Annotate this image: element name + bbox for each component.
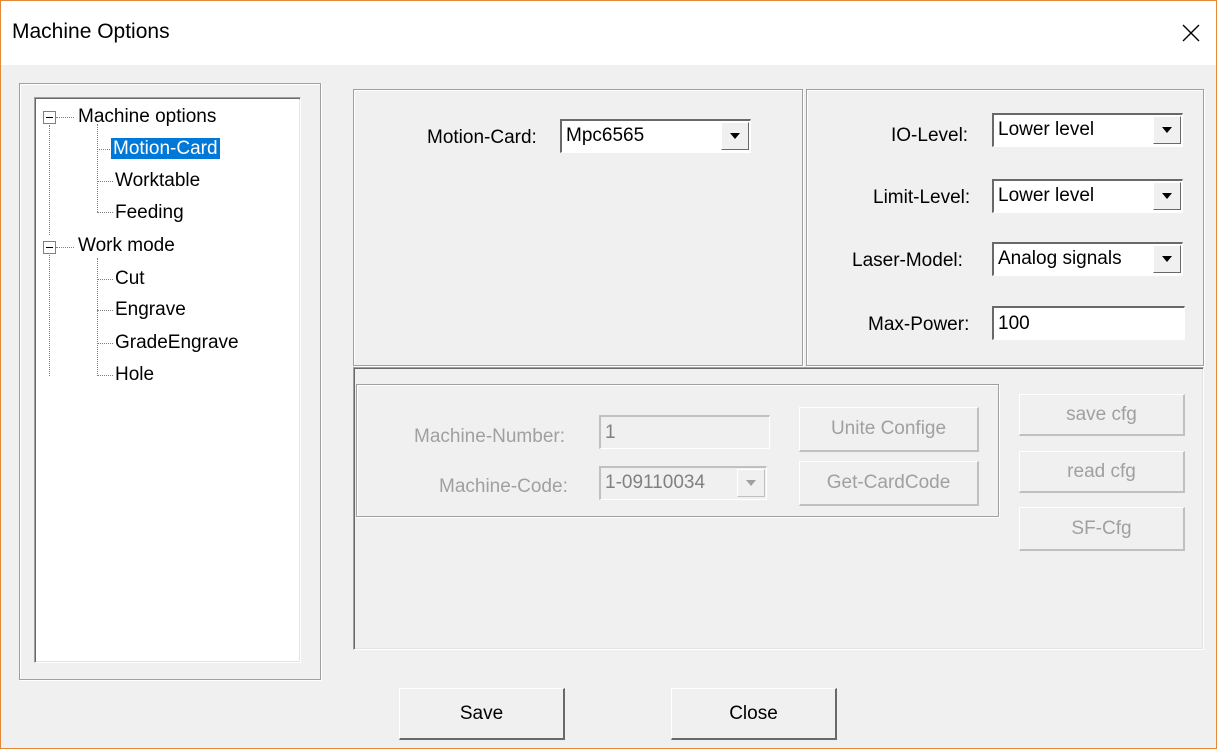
- machine-code-label: Machine-Code:: [439, 476, 568, 497]
- collapse-machine-options-icon[interactable]: [43, 111, 56, 124]
- close-icon: [1182, 24, 1200, 42]
- tree-item-feeding[interactable]: Feeding: [115, 202, 184, 224]
- machine-code-select[interactable]: 1-09110034: [599, 466, 767, 500]
- tree-connector: [56, 247, 74, 248]
- tree-item-work-mode[interactable]: Work mode: [78, 235, 175, 257]
- tree-connector: [97, 149, 110, 150]
- laser-model-dropdown-button[interactable]: [1153, 245, 1181, 273]
- tree-connector: [97, 212, 113, 213]
- save-button[interactable]: Save: [399, 688, 565, 740]
- motion-card-dropdown-button[interactable]: [721, 122, 749, 150]
- tree-item-grade-engrave[interactable]: GradeEngrave: [115, 332, 239, 354]
- read-cfg-button[interactable]: read cfg: [1019, 451, 1185, 493]
- tree-connector: [97, 310, 113, 311]
- title-bar: Machine Options: [1, 1, 1216, 65]
- chevron-down-icon: [1162, 256, 1172, 262]
- chevron-down-icon: [1162, 193, 1172, 199]
- collapse-work-mode-icon[interactable]: [43, 241, 56, 254]
- sf-cfg-button[interactable]: SF-Cfg: [1019, 507, 1185, 551]
- options-tree[interactable]: Machine options Motion-Card Worktable Fe…: [34, 97, 301, 663]
- limit-level-value: Lower level: [998, 185, 1095, 206]
- close-button[interactable]: Close: [671, 688, 837, 740]
- tree-connector: [49, 125, 50, 235]
- io-level-select[interactable]: Lower level: [992, 113, 1183, 147]
- tree-connector: [49, 248, 50, 376]
- machine-code-value: 1-09110034: [605, 472, 706, 493]
- chevron-down-icon: [730, 133, 740, 139]
- tree-item-engrave[interactable]: Engrave: [115, 299, 186, 321]
- unite-config-button[interactable]: Unite Confige: [799, 407, 979, 452]
- tree-item-cut[interactable]: Cut: [115, 268, 145, 290]
- motion-card-value: Mpc6565: [566, 125, 645, 146]
- tree-item-hole[interactable]: Hole: [115, 364, 154, 386]
- machine-number-input[interactable]: [599, 415, 770, 449]
- tree-connector: [56, 117, 74, 118]
- tree-connector: [97, 258, 98, 376]
- tree-connector: [97, 375, 113, 376]
- machine-options-dialog: Machine Options Machine options Motion-C…: [0, 0, 1217, 749]
- chevron-down-icon: [746, 480, 756, 486]
- tree-connector: [97, 343, 113, 344]
- max-power-input[interactable]: [992, 306, 1185, 340]
- machine-number-label: Machine-Number:: [414, 426, 565, 447]
- io-level-dropdown-button[interactable]: [1153, 116, 1181, 144]
- laser-model-label: Laser-Model:: [852, 250, 963, 271]
- window-title: Machine Options: [12, 20, 170, 43]
- io-level-label: IO-Level:: [891, 125, 969, 146]
- motion-card-select[interactable]: Mpc6565: [560, 119, 751, 153]
- tree-item-worktable[interactable]: Worktable: [115, 170, 200, 192]
- motion-card-label: Motion-Card:: [427, 127, 537, 148]
- laser-model-select[interactable]: Analog signals: [992, 242, 1183, 276]
- limit-level-select[interactable]: Lower level: [992, 179, 1183, 213]
- tree-item-machine-options[interactable]: Machine options: [78, 106, 216, 128]
- close-window-button[interactable]: [1171, 13, 1211, 53]
- tree-item-motion-card[interactable]: Motion-Card: [111, 138, 220, 160]
- save-cfg-button[interactable]: save cfg: [1019, 394, 1185, 436]
- laser-model-value: Analog signals: [998, 248, 1122, 269]
- max-power-label: Max-Power:: [868, 314, 970, 335]
- tree-connector: [97, 124, 98, 212]
- machine-code-dropdown-button[interactable]: [737, 469, 765, 497]
- io-level-value: Lower level: [998, 119, 1095, 140]
- limit-level-dropdown-button[interactable]: [1153, 182, 1181, 210]
- get-card-code-button[interactable]: Get-CardCode: [799, 461, 979, 506]
- tree-connector: [97, 279, 113, 280]
- chevron-down-icon: [1162, 127, 1172, 133]
- tree-connector: [97, 181, 113, 182]
- limit-level-label: Limit-Level:: [873, 187, 971, 208]
